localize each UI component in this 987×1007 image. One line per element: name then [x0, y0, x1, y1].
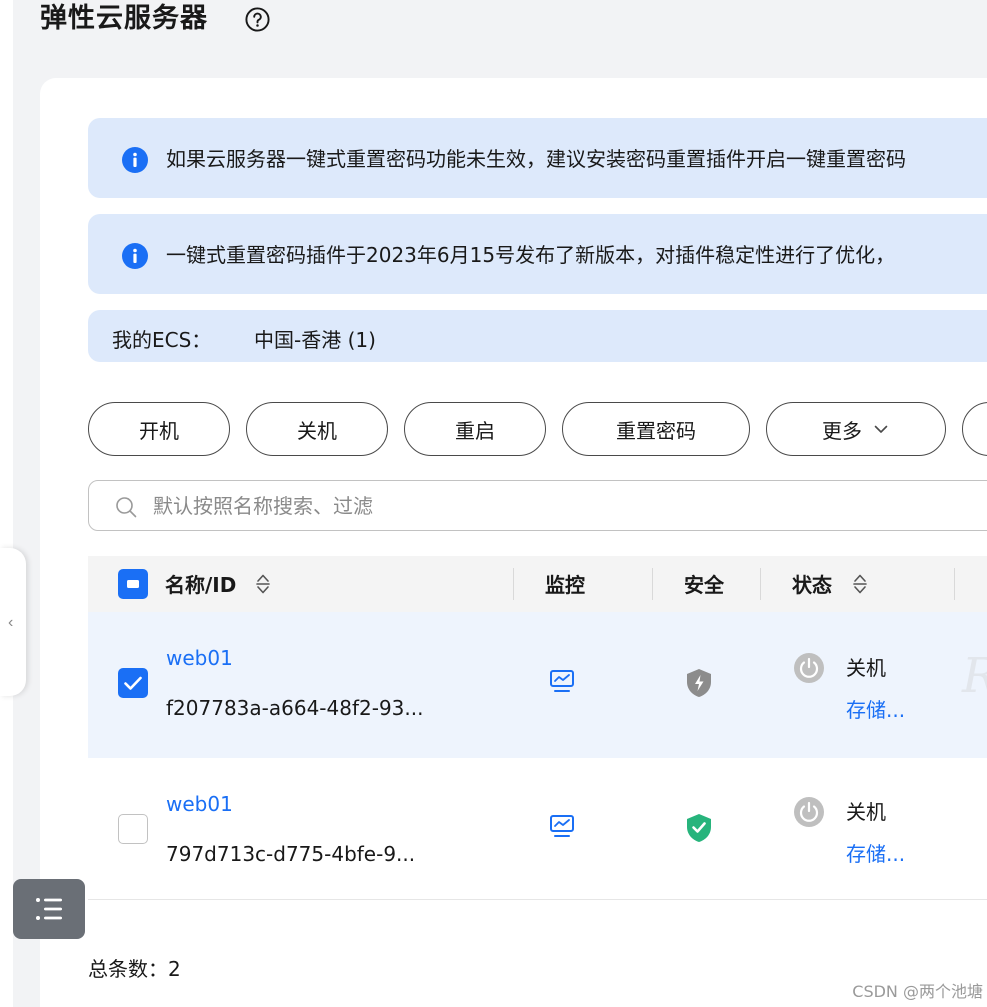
table-header: 名称/ID 监控 安全 状态	[88, 556, 987, 612]
notice-banner: 一键式重置密码插件于2023年6月15号发布了新版本，对插件稳定性进行了优化，	[88, 214, 987, 294]
page-title: 弹性云服务器	[40, 3, 208, 34]
floating-menu-button[interactable]	[13, 879, 85, 939]
instance-id: 797d713c-d775-4bfe-9...	[166, 842, 416, 866]
status-text: 关机	[846, 800, 886, 824]
storage-link[interactable]: 存储...	[846, 838, 905, 867]
notice-text: 一键式重置密码插件于2023年6月15号发布了新版本，对插件稳定性进行了优化，	[166, 243, 896, 267]
notice-text: 如果云服务器一键式重置密码功能未生效，建议安装密码重置插件开启一键重置密码	[166, 147, 906, 171]
row-checkbox[interactable]	[118, 668, 148, 698]
region-bar: 我的ECS： 中国-香港 (1)	[88, 310, 987, 362]
instance-id: f207783a-a664-48f2-93...	[166, 696, 424, 720]
region-label: 我的ECS：	[112, 328, 212, 352]
column-divider	[954, 568, 955, 600]
row-checkbox[interactable]	[118, 814, 148, 844]
list-menu-icon	[36, 898, 62, 920]
sort-icon[interactable]	[851, 571, 869, 597]
column-divider	[513, 568, 514, 600]
power-icon	[794, 797, 824, 827]
check-icon	[124, 676, 142, 690]
start-button[interactable]: 开机	[88, 402, 230, 456]
column-divider	[760, 568, 761, 600]
notice-banner: 如果云服务器一键式重置密码功能未生效，建议安装密码重置插件开启一键重置密码	[88, 118, 987, 198]
instance-name-link[interactable]: web01	[166, 792, 233, 816]
power-icon	[794, 653, 824, 683]
monitor-icon[interactable]	[548, 667, 576, 695]
table-row[interactable]: web01 f207783a-a664-48f2-93... 关机 存储...	[88, 612, 987, 758]
table-row[interactable]: web01 797d713c-d775-4bfe-9... 关机 存储...	[88, 758, 987, 900]
stop-button-label: 关机	[297, 418, 337, 443]
info-icon	[122, 147, 148, 173]
storage-link[interactable]: 存储...	[846, 694, 905, 723]
column-divider	[652, 568, 653, 600]
column-header-monitor: 监控	[545, 573, 585, 597]
shield-check-icon[interactable]	[684, 812, 714, 844]
left-gutter	[0, 0, 13, 1007]
sort-icon[interactable]	[254, 571, 272, 597]
partial-check-mark	[127, 580, 139, 588]
side-collapse-tab[interactable]: ‹	[0, 548, 26, 696]
background-watermark-glyph: R	[962, 648, 987, 704]
select-all-checkbox[interactable]	[118, 569, 148, 599]
reset-password-button[interactable]: 重置密码	[562, 402, 750, 456]
status-text: 关机	[846, 656, 886, 680]
chevron-left-icon: ‹	[8, 614, 14, 631]
monitor-icon[interactable]	[548, 812, 576, 840]
watermark-text: CSDN @两个池塘	[852, 982, 983, 1001]
column-header-name-id: 名称/ID	[165, 573, 237, 597]
restart-button[interactable]: 重启	[404, 402, 546, 456]
info-icon	[122, 243, 148, 269]
search-box[interactable]	[88, 480, 987, 531]
shield-icon[interactable]	[684, 667, 714, 699]
chevron-down-icon	[874, 425, 888, 433]
more-dropdown-button[interactable]: 更多	[766, 402, 946, 456]
total-count: 总条数：2	[88, 957, 181, 981]
column-header-security: 安全	[684, 573, 724, 597]
help-icon[interactable]	[244, 6, 271, 33]
more-button-label: 更多	[822, 418, 862, 443]
reset-password-label: 重置密码	[616, 418, 696, 443]
instance-name-link[interactable]: web01	[166, 646, 233, 670]
search-icon	[116, 497, 137, 518]
stop-button[interactable]: 关机	[246, 402, 388, 456]
region-filter-hongkong[interactable]: 中国-香港 (1)	[254, 324, 376, 353]
search-input[interactable]	[153, 490, 853, 522]
column-header-status: 状态	[792, 573, 832, 597]
start-button-label: 开机	[139, 418, 179, 443]
restart-button-label: 重启	[455, 418, 495, 443]
